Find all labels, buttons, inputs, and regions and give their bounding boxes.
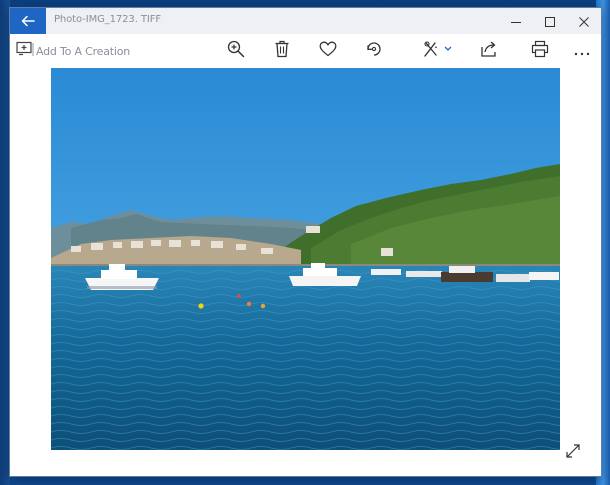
- maximize-button[interactable]: [533, 8, 567, 34]
- rotate-icon: [365, 40, 383, 62]
- heart-icon: [319, 41, 337, 61]
- fullscreen-button[interactable]: [563, 442, 583, 462]
- expand-icon: [566, 443, 580, 462]
- favorite-button[interactable]: [316, 40, 340, 62]
- more-button[interactable]: [570, 40, 594, 62]
- close-button[interactable]: [567, 8, 601, 34]
- back-button[interactable]: [10, 8, 46, 34]
- photos-app-window: Photo-IMG_1723. TIFF Add To A Creation: [10, 8, 601, 476]
- more-icon: [574, 42, 590, 61]
- edit-tools-icon: [423, 40, 453, 62]
- title-bar: Photo-IMG_1723. TIFF: [10, 8, 601, 34]
- delete-button[interactable]: [270, 40, 294, 62]
- desktop-background-left: [0, 0, 10, 485]
- add-to-creation-button[interactable]: Add To A Creation: [16, 41, 131, 61]
- zoom-in-icon: [227, 40, 245, 62]
- trash-icon: [274, 40, 290, 62]
- minimize-icon: [511, 12, 521, 31]
- close-icon: [579, 12, 589, 31]
- print-icon: [531, 40, 549, 62]
- toolbar: Add To A Creation: [10, 34, 601, 68]
- window-title: Photo-IMG_1723. TIFF: [54, 14, 162, 25]
- add-to-creation-label: Add To A Creation: [36, 44, 131, 58]
- rotate-button[interactable]: [362, 40, 386, 62]
- edit-button[interactable]: [420, 40, 456, 62]
- add-creation-icon: [16, 41, 34, 61]
- minimize-button[interactable]: [499, 8, 533, 34]
- harbor-photo: [51, 68, 560, 450]
- print-button[interactable]: [528, 40, 552, 62]
- back-arrow-icon: [21, 12, 35, 31]
- zoom-button[interactable]: [224, 40, 248, 62]
- share-button[interactable]: [477, 40, 501, 62]
- share-icon: [480, 40, 498, 62]
- maximize-icon: [545, 12, 555, 31]
- photo-viewer-image: [51, 68, 560, 450]
